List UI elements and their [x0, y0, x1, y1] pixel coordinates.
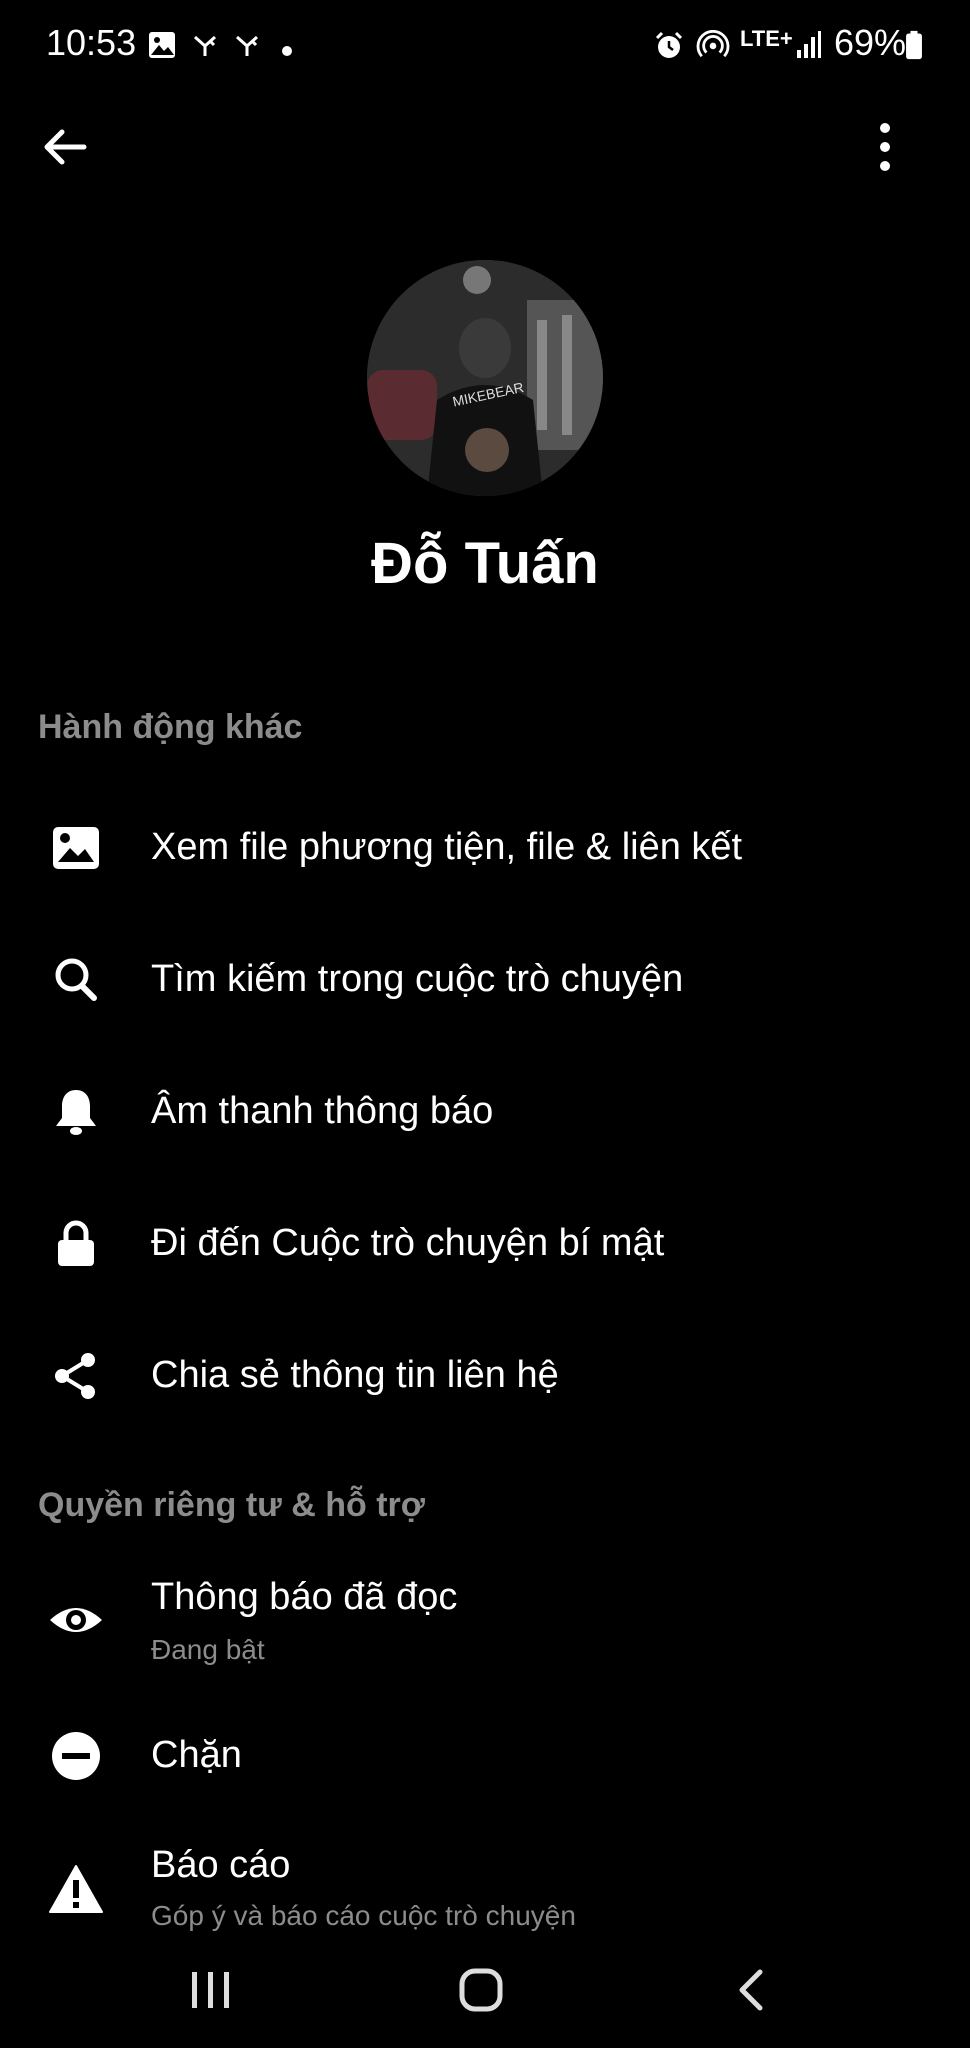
- row-view-media[interactable]: Xem file phương tiện, file & liên kết: [0, 800, 970, 896]
- back-button[interactable]: [40, 122, 90, 172]
- signal-fork-icon: [235, 35, 259, 56]
- section-title-other-actions: Hành động khác: [38, 708, 303, 746]
- home-icon[interactable]: [440, 1960, 520, 2020]
- battery-icon: [906, 30, 922, 60]
- row-sublabel: Đang bật: [151, 1634, 265, 1665]
- row-share-contact[interactable]: Chia sẻ thông tin liên hệ: [0, 1328, 970, 1424]
- avatar[interactable]: MIKEBEAR: [367, 260, 603, 496]
- dot-icon: [282, 46, 292, 56]
- row-sublabel: Góp ý và báo cáo cuộc trò chuyện: [151, 1900, 576, 1931]
- lock-icon: [58, 1220, 94, 1266]
- image-icon: [53, 827, 99, 869]
- row-label: Âm thanh thông báo: [151, 1090, 494, 1132]
- warning-icon: [49, 1865, 103, 1913]
- hotspot-icon: [696, 30, 730, 58]
- more-options-button[interactable]: [862, 120, 908, 176]
- profile-name: Đỗ Tuấn: [371, 531, 599, 596]
- status-time: 10:53: [46, 22, 137, 63]
- back-icon[interactable]: [712, 1960, 792, 2020]
- row-label: Thông báo đã đọc: [151, 1576, 458, 1618]
- eye-icon: [50, 1608, 102, 1632]
- row-search-conversation[interactable]: Tìm kiếm trong cuộc trò chuyện: [0, 932, 970, 1028]
- alarm-icon: [655, 31, 683, 58]
- row-block[interactable]: Chặn: [0, 1708, 970, 1804]
- search-icon: [55, 958, 97, 1001]
- recent-apps-icon[interactable]: [170, 1960, 250, 2020]
- row-label: Báo cáo: [151, 1844, 291, 1886]
- row-secret-conversation[interactable]: Đi đến Cuộc trò chuyện bí mật: [0, 1196, 970, 1292]
- battery-percent: 69%: [834, 22, 907, 63]
- cell-signal-icon: [797, 31, 821, 58]
- section-title-privacy: Quyền riêng tư & hỗ trợ: [38, 1486, 425, 1524]
- row-report[interactable]: Báo cáo Góp ý và báo cáo cuộc trò chuyện: [0, 1836, 970, 1946]
- avatar-photo: MIKEBEAR: [367, 260, 603, 496]
- row-label: Chia sẻ thông tin liên hệ: [151, 1354, 559, 1396]
- row-label: Chặn: [151, 1734, 242, 1776]
- row-read-receipts[interactable]: Thông báo đã đọc Đang bật: [0, 1568, 970, 1678]
- row-label: Tìm kiếm trong cuộc trò chuyện: [151, 958, 684, 1000]
- bell-icon: [56, 1090, 96, 1135]
- share-icon: [55, 1353, 95, 1399]
- row-label: Xem file phương tiện, file & liên kết: [151, 826, 743, 868]
- image-icon: [149, 32, 175, 58]
- signal-fork-icon: [193, 35, 217, 56]
- lte-icon: LTE+: [740, 26, 793, 51]
- row-label: Đi đến Cuộc trò chuyện bí mật: [151, 1222, 665, 1264]
- block-icon: [52, 1732, 100, 1780]
- row-notification-sound[interactable]: Âm thanh thông báo: [0, 1064, 970, 1160]
